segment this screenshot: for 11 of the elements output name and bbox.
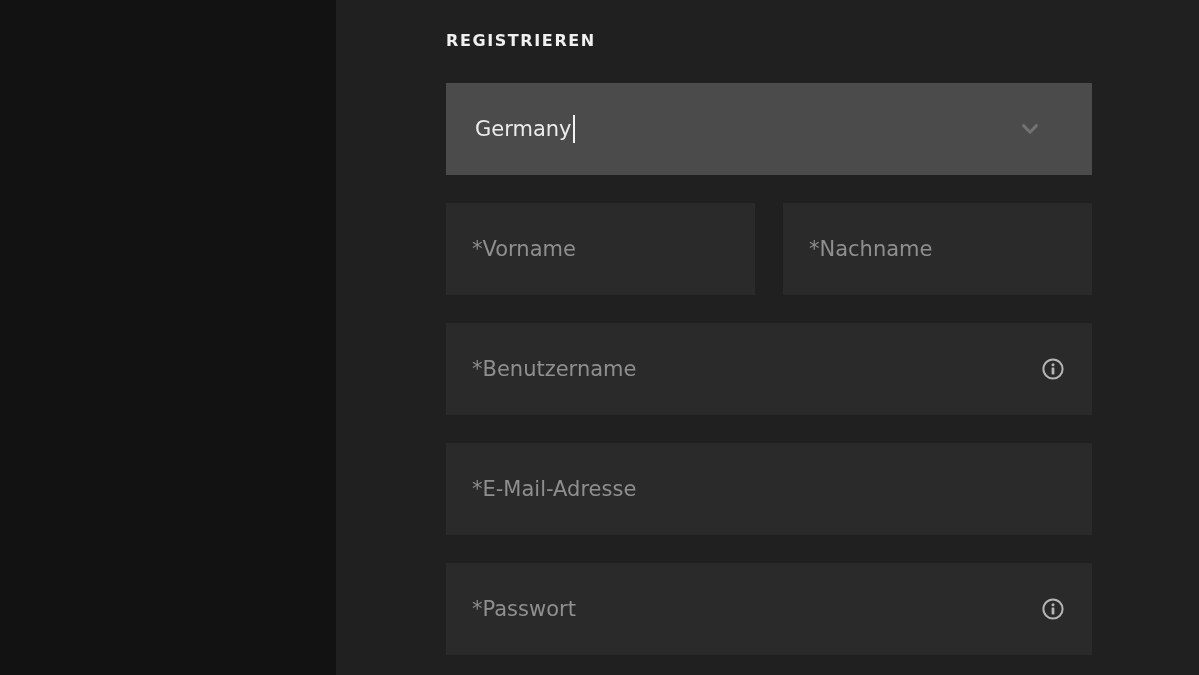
input-field[interactable]: *Benutzername [446,323,1092,415]
info-icon[interactable] [1042,358,1064,380]
text-cursor-icon [572,115,575,143]
input-field[interactable]: *Vorname [446,203,755,295]
chevron-down-icon [1022,124,1038,134]
form-title: REGISTRIEREN [446,31,596,51]
input-field[interactable]: *E-Mail-Adresse [446,443,1092,535]
input-field[interactable]: *Nachname [783,203,1092,295]
input-field[interactable]: *Passwort [446,563,1092,655]
info-icon[interactable] [1042,598,1064,620]
country-select[interactable]: Germany [446,83,1092,175]
